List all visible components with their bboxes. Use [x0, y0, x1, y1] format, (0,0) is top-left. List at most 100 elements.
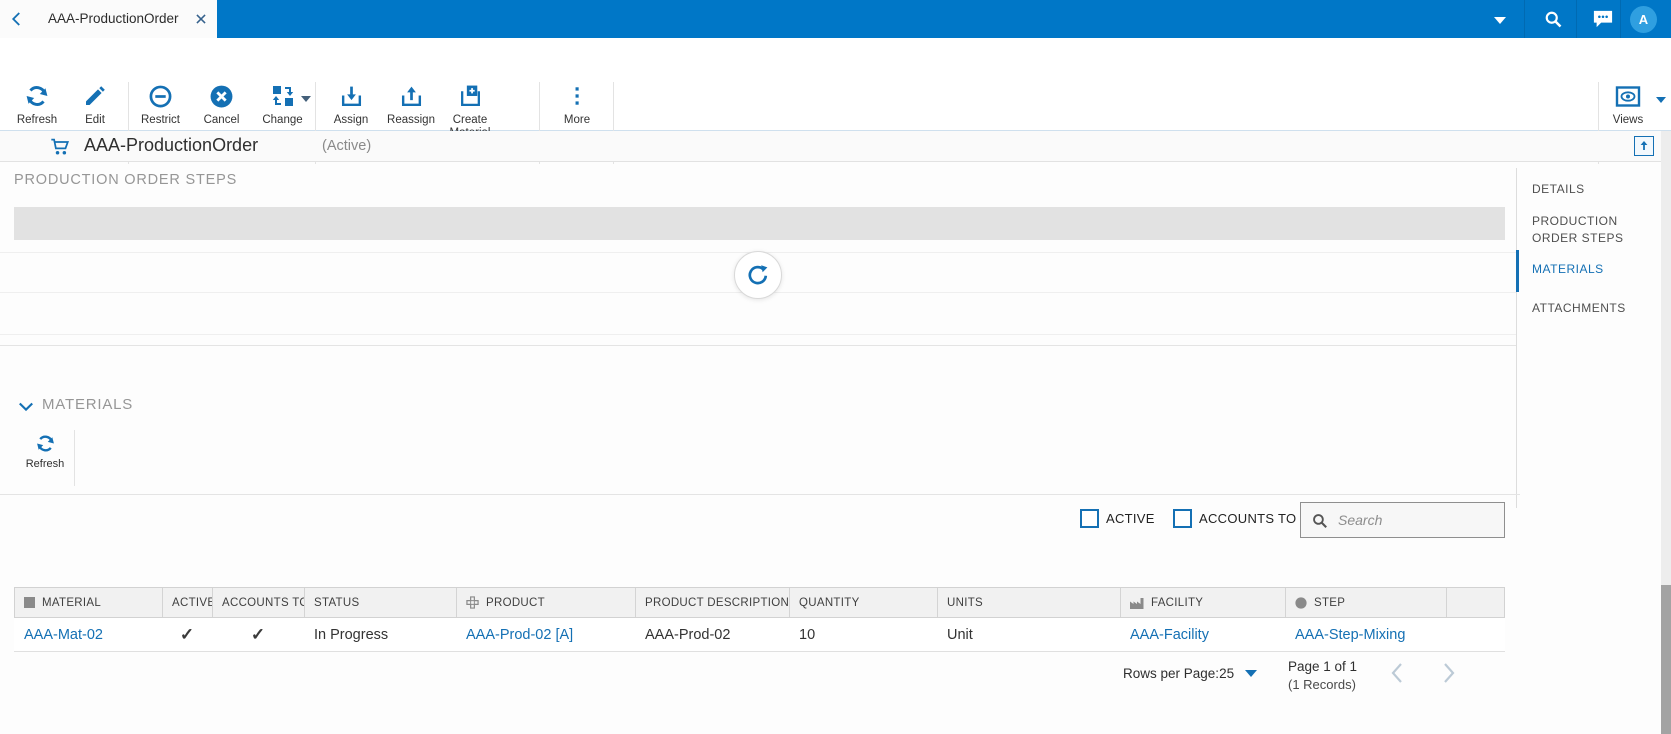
page-number-label: Page 1 of 1	[1288, 659, 1358, 674]
accounts-to-checkbox[interactable]	[1173, 509, 1192, 528]
toolbar-group-general: Refresh Edit	[8, 82, 128, 127]
restrict-icon	[148, 82, 173, 110]
cart-icon	[51, 138, 70, 155]
topbar-divider	[1576, 0, 1577, 38]
views-icon	[1615, 82, 1641, 110]
ribbon-toolbar: Refresh Edit Restrict Cancel Change Assi…	[0, 38, 1671, 164]
button-label: Assign	[333, 114, 369, 126]
column-header-product-description[interactable]: PRODUCT DESCRIPTION	[636, 588, 790, 617]
column-header-quantity[interactable]: QUANTITY	[790, 588, 938, 617]
chat-icon[interactable]	[1592, 9, 1614, 29]
topbar-dropdown-caret-icon[interactable]	[1494, 17, 1506, 24]
vertical-scrollbar-thumb[interactable]	[1661, 585, 1671, 734]
button-label: Edit	[85, 114, 105, 126]
sidebar-active-indicator	[1516, 250, 1519, 292]
edit-icon	[83, 82, 107, 110]
section-divider	[0, 345, 1516, 346]
edit-button[interactable]: Edit	[66, 82, 124, 127]
refresh-icon	[36, 435, 54, 452]
table-row[interactable]: AAA-Mat-02 ✓ ✓ In Progress AAA-Prod-02 […	[14, 618, 1505, 652]
assign-icon	[339, 82, 364, 110]
cancel-icon	[209, 82, 234, 110]
change-icon	[271, 82, 295, 110]
column-label: FACILITY	[1151, 596, 1204, 609]
rows-per-page-caret-icon[interactable]	[1245, 670, 1258, 677]
column-header-active[interactable]: ACTIVE	[163, 588, 213, 617]
column-header-units[interactable]: UNITS	[938, 588, 1121, 617]
search-input[interactable]	[1336, 511, 1496, 529]
search-icon	[1313, 513, 1327, 528]
close-icon[interactable]	[194, 12, 208, 26]
active-checkbox[interactable]	[1080, 509, 1099, 528]
column-header-facility[interactable]: FACILITY	[1121, 588, 1286, 617]
sidebar-item-attachments[interactable]: ATTACHMENTS	[1532, 300, 1662, 317]
materials-table-header: MATERIAL ACTIVE ACCOUNTS TO STATUS PRODU…	[14, 587, 1505, 618]
button-label: Cancel	[203, 114, 240, 126]
toolbar-group-production-order: Restrict Cancel Change	[130, 82, 315, 127]
records-count-label: (1 Records)	[1288, 677, 1356, 692]
button-label: Change	[262, 114, 303, 126]
arrow-up-icon	[1640, 141, 1648, 150]
cell-step-link[interactable]: AAA-Step-Mixing	[1285, 627, 1446, 643]
sidebar-item-production-order-steps[interactable]: PRODUCTION ORDER STEPS	[1532, 213, 1662, 246]
material-square-icon	[24, 597, 35, 608]
column-label: QUANTITY	[799, 596, 860, 609]
column-label: ACCOUNTS TO	[222, 596, 305, 609]
rows-per-page-value: 25	[1219, 666, 1235, 681]
column-header-material[interactable]: MATERIAL	[15, 588, 163, 617]
collapse-chevron-icon[interactable]	[18, 401, 34, 413]
topbar-divider	[1524, 0, 1525, 38]
more-button[interactable]: More	[547, 82, 607, 127]
views-dropdown-caret-icon[interactable]	[1656, 97, 1666, 103]
cell-quantity: 10	[799, 626, 816, 643]
cell-material-link[interactable]: AAA-Mat-02	[14, 627, 162, 643]
sidebar-item-materials[interactable]: MATERIALS	[1532, 261, 1662, 278]
button-label: Restrict	[141, 114, 180, 126]
column-label: PRODUCT DESCRIPTION	[645, 596, 790, 609]
button-label: Reassign	[387, 114, 435, 126]
materials-section-heading: MATERIALS	[42, 396, 134, 413]
restrict-button[interactable]: Restrict	[130, 82, 191, 127]
spinner-arrow-icon	[748, 265, 768, 285]
column-header-step[interactable]: STEP	[1286, 588, 1447, 617]
check-icon: ✓	[250, 624, 266, 644]
avatar-initial: A	[1638, 12, 1649, 27]
column-label: UNITS	[947, 596, 983, 609]
search-box	[1300, 502, 1505, 538]
expand-panel-button[interactable]	[1634, 136, 1654, 156]
record-header: AAA-ProductionOrder (Active)	[0, 131, 1671, 162]
cell-facility-link[interactable]: AAA-Facility	[1120, 627, 1285, 643]
views-button[interactable]: Views	[1602, 82, 1654, 127]
change-button[interactable]: Change	[252, 82, 313, 127]
next-page-icon[interactable]	[1442, 662, 1456, 684]
step-circle-icon	[1295, 596, 1307, 609]
reassign-icon	[399, 82, 424, 110]
materials-refresh-button[interactable]: Refresh	[16, 433, 74, 470]
search-icon[interactable]	[1543, 9, 1563, 29]
facility-factory-icon	[1130, 597, 1144, 609]
column-header-product[interactable]: PRODUCT	[457, 588, 636, 617]
top-bar: AAA-ProductionOrder A	[0, 0, 1671, 38]
rows-per-page-selector[interactable]: Rows per Page: 25	[1123, 666, 1258, 681]
refresh-button[interactable]: Refresh	[8, 82, 66, 127]
change-dropdown-caret-icon[interactable]	[301, 96, 311, 102]
cancel-button[interactable]: Cancel	[191, 82, 252, 127]
toolbar-group-actions: More	[547, 82, 607, 127]
back-icon[interactable]	[8, 10, 26, 28]
sidebar-item-details[interactable]: DETAILS	[1532, 181, 1662, 198]
column-header-accounts-to[interactable]: ACCOUNTS TO	[213, 588, 305, 617]
accounts-to-checkbox-label: ACCOUNTS TO	[1199, 511, 1297, 526]
more-icon	[566, 82, 588, 110]
section-divider	[0, 494, 1520, 495]
tab-title[interactable]: AAA-ProductionOrder	[48, 0, 179, 38]
column-label: STATUS	[314, 596, 360, 609]
active-checkbox-label: ACTIVE	[1106, 511, 1155, 526]
page-info: Page 1 of 1 (1 Records)	[1288, 658, 1357, 694]
steps-section-heading: PRODUCTION ORDER STEPS	[14, 172, 238, 188]
avatar[interactable]: A	[1630, 6, 1657, 33]
column-header-status[interactable]: STATUS	[305, 588, 457, 617]
previous-page-icon[interactable]	[1390, 662, 1404, 684]
toolbar-group-page: Views	[1602, 82, 1654, 127]
cell-product-link[interactable]: AAA-Prod-02 [A]	[456, 627, 635, 643]
assign-button[interactable]: Assign	[320, 82, 382, 127]
